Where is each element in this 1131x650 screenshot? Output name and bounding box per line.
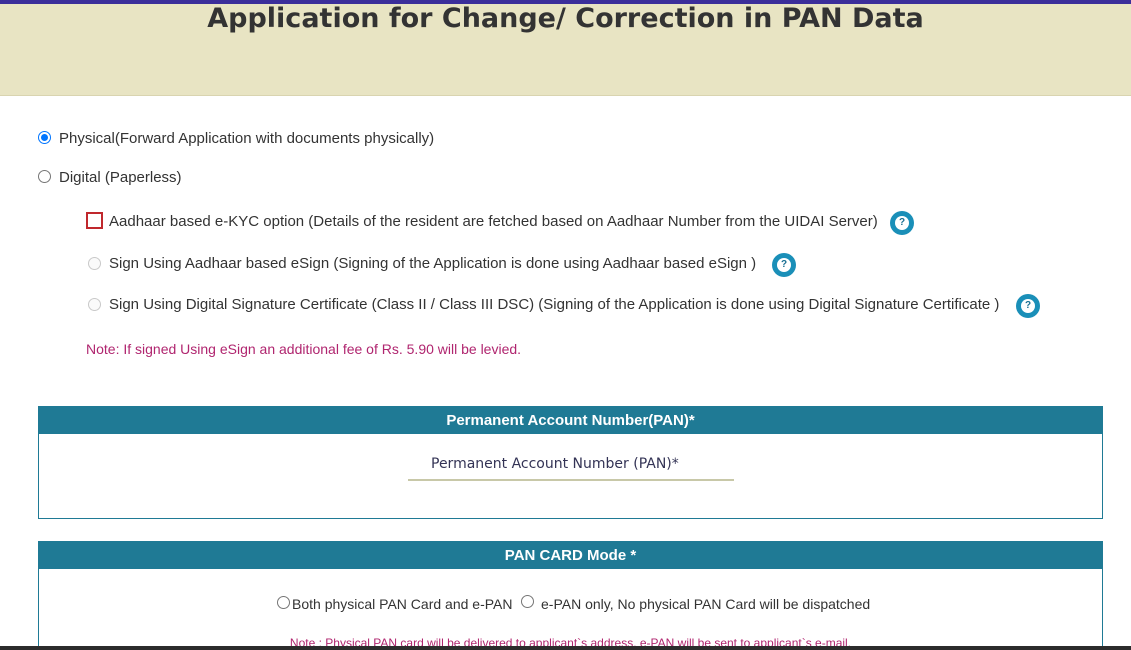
esign-radio[interactable] [88, 257, 101, 270]
page-title: Application for Change/ Correction in PA… [207, 3, 924, 34]
epan-only-label: e-PAN only, No physical PAN Card will be… [541, 596, 871, 612]
esign-help-icon[interactable]: ? [772, 253, 796, 277]
help-glyph: ? [780, 259, 788, 270]
ekyc-label: Aadhaar based e-KYC option (Details of t… [109, 213, 878, 230]
physical-mode-label: Physical(Forward Application with docume… [59, 130, 435, 147]
esign-label: Sign Using Aadhaar based eSign (Signing … [109, 255, 757, 272]
pan-input-underline [408, 479, 734, 481]
card-mode-panel: PAN CARD Mode * Both physical PAN Card a… [38, 541, 1103, 650]
card-mode-heading: PAN CARD Mode * [39, 542, 1102, 569]
pan-panel: Permanent Account Number(PAN)* Permanent… [38, 406, 1103, 519]
esign-fee-note: Note: If signed Using eSign an additiona… [86, 341, 522, 357]
dsc-help-icon[interactable]: ? [1016, 294, 1040, 318]
digital-mode-radio[interactable] [38, 170, 51, 183]
pan-input[interactable]: Permanent Account Number (PAN)* [431, 456, 679, 472]
dsc-label: Sign Using Digital Signature Certificate… [109, 296, 1000, 313]
both-card-label: Both physical PAN Card and e-PAN [292, 596, 513, 612]
dsc-radio[interactable] [88, 298, 101, 311]
help-glyph: ? [898, 217, 906, 228]
ekyc-help-icon[interactable]: ? [890, 211, 914, 235]
pan-panel-heading: Permanent Account Number(PAN)* [39, 407, 1102, 434]
ekyc-checkbox[interactable] [86, 212, 103, 229]
physical-mode-radio[interactable] [38, 131, 51, 144]
help-glyph: ? [1024, 300, 1032, 311]
both-card-radio[interactable] [277, 596, 290, 609]
epan-only-radio[interactable] [521, 595, 534, 608]
digital-mode-label: Digital (Paperless) [59, 169, 182, 186]
bottom-edge [0, 646, 1131, 650]
header-band: Application for Change/ Correction in PA… [0, 4, 1131, 96]
